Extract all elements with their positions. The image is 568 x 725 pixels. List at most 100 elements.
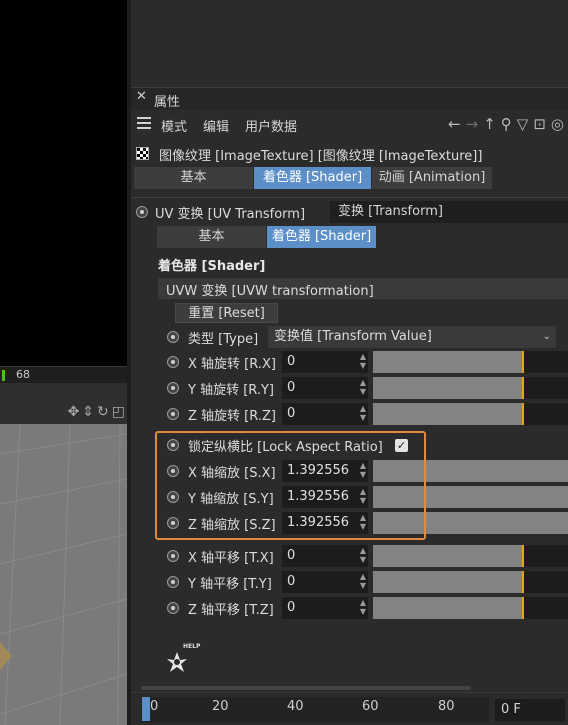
translation-y-label: Y 轴平移 [T.Y] (188, 577, 272, 592)
texture-title-row: 图像纹理 [ImageTexture] [图像纹理 [ImageTexture]… (131, 143, 568, 164)
translation-z-input[interactable]: 0 ▲ ▼ (282, 597, 368, 619)
uv-transform-row: UV 变换 [UV Transform] 变换 [Transform] (131, 200, 568, 224)
translation-x-label: X 轴平移 [T.X] (188, 551, 274, 566)
rotation-y-label: Y 轴旋转 [R.Y] (188, 383, 274, 398)
rotation-z-input[interactable]: 0 ▲ ▼ (282, 403, 368, 425)
search-icon[interactable]: ⚲ (501, 115, 512, 133)
forward-arrow-icon[interactable]: → (466, 115, 479, 133)
separator (131, 197, 568, 198)
type-dropdown[interactable]: 变换值 [Transform Value] ⌄ (268, 326, 556, 348)
timeline-tick: 20 (212, 699, 229, 714)
help-icon[interactable]: HELP (163, 640, 207, 678)
timeline-tick: 0 (150, 699, 159, 714)
timeline: 0 20 40 60 80 0 F (131, 692, 568, 725)
reset-button[interactable]: 重置 [Reset] (175, 303, 278, 323)
uv-tabs: 基本 着色器 [Shader] (157, 226, 377, 248)
type-label: 类型 [Type] (188, 332, 259, 347)
animate-radio-icon[interactable] (167, 408, 179, 420)
slider-center-marker (522, 351, 524, 373)
rotation-x-input[interactable]: 0 ▲ ▼ (282, 351, 368, 373)
stepper-icon[interactable]: ▲ ▼ (360, 572, 366, 590)
filter-icon[interactable]: ▽ (517, 115, 529, 133)
translation-z-slider[interactable] (373, 597, 568, 619)
rotate-icon[interactable]: ↻ (97, 404, 109, 420)
attribute-tabs: 基本 着色器 [Shader] 动画 [Animation] (134, 167, 493, 189)
uv-transform-field[interactable]: 变换 [Transform] (330, 201, 568, 223)
rotation-y-input[interactable]: 0 ▲ ▼ (282, 377, 368, 399)
menu-edit[interactable]: 编辑 (203, 116, 229, 135)
stepper-icon[interactable]: ▲ ▼ (360, 404, 366, 422)
hamburger-icon[interactable] (137, 117, 151, 129)
animate-radio-icon[interactable] (167, 356, 179, 368)
current-frame-field[interactable]: 0 F (495, 699, 565, 721)
rotation-z-slider[interactable] (373, 403, 568, 425)
viewport-3d[interactable] (0, 424, 127, 725)
animate-radio-icon[interactable] (136, 206, 148, 218)
status-indicator (2, 370, 5, 381)
stepper-icon[interactable]: ▲ ▼ (360, 598, 366, 616)
slider-center-marker (522, 545, 524, 567)
viewport-toolbar: ✥ ⇕ ↻ ◰ (0, 403, 127, 424)
horizontal-scrollbar[interactable] (131, 684, 568, 692)
left-status-bar: 68 (0, 366, 127, 383)
left-spacer (0, 383, 127, 403)
stepper-icon[interactable]: ▲ ▼ (360, 378, 366, 396)
animate-radio-icon[interactable] (167, 382, 179, 394)
timeline-tick: 60 (362, 699, 379, 714)
uvw-group-header[interactable]: UVW 变换 [UVW transformation] (158, 278, 568, 299)
slider-center-marker (522, 377, 524, 399)
translation-x-input[interactable]: 0 ▲ ▼ (282, 545, 368, 567)
uv-tab-basic[interactable]: 基本 (157, 226, 267, 248)
texture-title: 图像纹理 [ImageTexture] [图像纹理 [ImageTexture]… (159, 149, 483, 164)
checker-texture-icon (136, 147, 149, 160)
pan-icon[interactable]: ⇕ (82, 404, 94, 420)
animate-radio-icon[interactable] (167, 331, 179, 343)
timeline-scale[interactable] (141, 697, 489, 723)
lock-icon[interactable]: ⊡ (533, 115, 546, 133)
top-empty-panel (131, 0, 568, 88)
uvw-group-label: UVW 变换 [UVW transformation] (166, 284, 374, 299)
viewport-grid (0, 424, 127, 725)
animate-radio-icon[interactable] (167, 550, 179, 562)
attributes-menubar: 模式 编辑 用户数据 ← → ↑ ⚲ ▽ ⊡ ◎ (131, 112, 568, 138)
tab-animation[interactable]: 动画 [Animation] (372, 167, 493, 189)
attributes-title: 属性 (154, 95, 181, 110)
timeline-tick: 80 (438, 699, 455, 714)
translation-z-label: Z 轴平移 [T.Z] (188, 603, 274, 618)
stepper-icon[interactable]: ▲ ▼ (360, 352, 366, 370)
rotation-x-slider[interactable] (373, 351, 568, 373)
viewport-object (0, 642, 12, 670)
translation-y-row: Y 轴平移 [T.Y] 0 ▲ ▼ (158, 570, 568, 594)
back-arrow-icon[interactable]: ← (448, 115, 461, 133)
settings-icon[interactable]: ◎ (551, 115, 564, 133)
status-value: 68 (16, 368, 30, 381)
uv-transform-label: UV 变换 [UV Transform] (155, 207, 306, 222)
rotation-y-slider[interactable] (373, 377, 568, 399)
rotation-y-row: Y 轴旋转 [R.Y] 0 ▲ ▼ (158, 376, 568, 400)
rotation-x-row: X 轴旋转 [R.X] 0 ▲ ▼ (158, 350, 568, 374)
translation-y-input[interactable]: 0 ▲ ▼ (282, 571, 368, 593)
viewport-dark-area[interactable] (0, 0, 127, 366)
timeline-cursor[interactable] (142, 697, 150, 721)
uv-tab-shader[interactable]: 着色器 [Shader] (267, 226, 377, 248)
translation-y-slider[interactable] (373, 571, 568, 593)
tab-shader[interactable]: 着色器 [Shader] (254, 167, 372, 189)
stepper-icon[interactable]: ▲ ▼ (360, 546, 366, 564)
chevron-down-icon: ⌄ (542, 331, 551, 342)
slider-center-marker (522, 403, 524, 425)
highlight-box (155, 431, 426, 540)
tab-basic[interactable]: 基本 (134, 167, 254, 189)
slider-center-marker (522, 571, 524, 593)
animate-radio-icon[interactable] (167, 602, 179, 614)
close-icon[interactable]: ✕ (136, 89, 147, 104)
menu-user-data[interactable]: 用户数据 (245, 116, 297, 135)
up-arrow-icon[interactable]: ↑ (483, 115, 496, 133)
animate-radio-icon[interactable] (167, 576, 179, 588)
move-icon[interactable]: ✥ (68, 404, 80, 420)
type-value: 变换值 [Transform Value] (274, 329, 432, 344)
translation-x-slider[interactable] (373, 545, 568, 567)
maximize-icon[interactable]: ◰ (112, 404, 125, 420)
timeline-tick: 40 (287, 699, 304, 714)
menu-mode[interactable]: 模式 (161, 116, 187, 135)
translation-z-row: Z 轴平移 [T.Z] 0 ▲ ▼ (158, 596, 568, 620)
